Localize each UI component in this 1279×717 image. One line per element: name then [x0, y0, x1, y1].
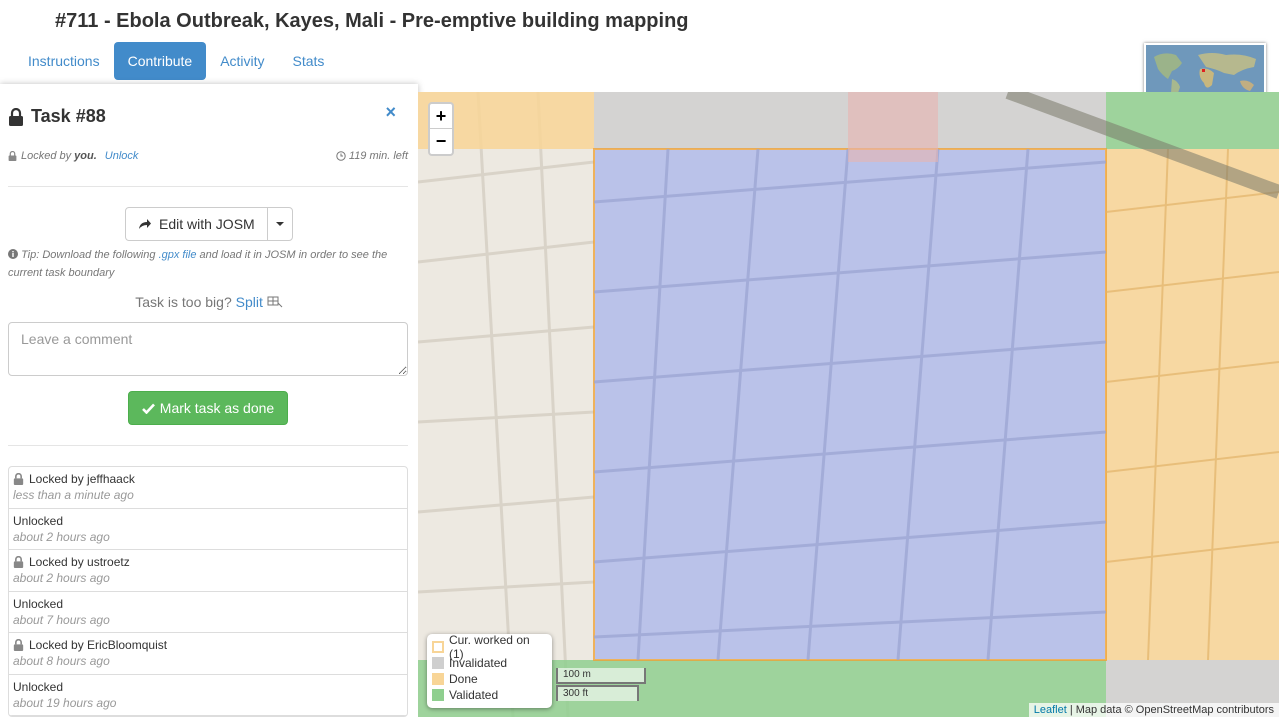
gpx-file-link[interactable]: .gpx file [159, 249, 197, 261]
task-header: Task #88 [8, 106, 106, 127]
history-text: Unlocked [13, 513, 64, 528]
divider [8, 445, 408, 446]
checkmark-icon [141, 403, 155, 414]
history-text: Locked by jeffhaack [29, 472, 135, 486]
legend-swatch [432, 657, 444, 669]
history-text: Locked by ustroetz [29, 555, 130, 569]
tip-prefix: Tip: Download the following [21, 249, 156, 261]
lock-status: Locked by you. Unlock 119 min. left [8, 150, 408, 162]
josm-tip: Tip: Download the following .gpx file an… [8, 246, 410, 282]
zoom-control: + − [428, 102, 454, 156]
legend-swatch [432, 689, 444, 701]
locked-by-label: Locked by [21, 150, 72, 162]
lock-icon [13, 473, 24, 485]
close-task-button[interactable]: × [385, 102, 396, 123]
lock-icon [8, 151, 17, 161]
map-attribution: Leaflet | Map data © OpenStreetMap contr… [1028, 703, 1279, 717]
history-item: Unlocked about 2 hours ago [9, 509, 407, 550]
time-remaining: 119 min. left [336, 150, 408, 162]
history-time: about 2 hours ago [13, 529, 110, 544]
split-row: Task is too big? Split [0, 294, 418, 310]
leaflet-link[interactable]: Leaflet [1034, 704, 1067, 716]
josm-button-group: Edit with JOSM [125, 207, 293, 241]
edit-with-josm-button[interactable]: Edit with JOSM [126, 208, 268, 240]
history-time: about 7 hours ago [13, 612, 110, 627]
history-text: Unlocked [13, 596, 64, 611]
task-map[interactable]: + − Cur. worked on (1) Invalidated Done … [418, 92, 1279, 717]
history-item: Locked by EricBloomquist about 8 hours a… [9, 633, 407, 675]
history-time: about 2 hours ago [13, 571, 110, 585]
tab-bar: Instructions Contribute Activity Stats [14, 42, 338, 80]
legend-item: Done [432, 671, 547, 687]
scale-imperial: 300 ft [556, 685, 639, 701]
task-sidebar: Task #88 × Locked by you. Unlock 119 min… [0, 84, 418, 717]
zoom-out-button[interactable]: − [430, 129, 452, 154]
split-prompt: Task is too big? [135, 294, 232, 310]
tab-stats[interactable]: Stats [279, 42, 339, 80]
legend-swatch [432, 673, 444, 685]
history-time: about 8 hours ago [13, 654, 110, 668]
history-item: Unlocked about 7 hours ago [9, 592, 407, 633]
tab-instructions[interactable]: Instructions [14, 42, 114, 80]
map-legend: Cur. worked on (1) Invalidated Done Vali… [427, 633, 552, 708]
history-text: Unlocked [13, 679, 64, 694]
split-grid-icon[interactable] [267, 296, 283, 308]
lock-icon [9, 107, 23, 126]
history-time: less than a minute ago [13, 488, 134, 502]
legend-swatch [432, 641, 444, 653]
history-time: about 19 hours ago [13, 695, 117, 710]
history-item: Unlocked about 19 hours ago [9, 675, 407, 716]
legend-label: Validated [449, 688, 499, 702]
scale-metric: 100 m [556, 668, 646, 684]
legend-label: Invalidated [449, 656, 508, 670]
page-title: #711 - Ebola Outbreak, Kayes, Mali - Pre… [55, 10, 689, 32]
scale-bar: 100 m 300 ft [556, 668, 646, 701]
history-item: Locked by jeffhaack less than a minute a… [9, 467, 407, 509]
time-left-text: 119 min. left [348, 150, 408, 162]
info-icon [8, 249, 18, 259]
chevron-down-icon [275, 222, 284, 226]
tab-contribute[interactable]: Contribute [113, 42, 207, 80]
lock-icon [13, 639, 24, 651]
legend-item: Cur. worked on (1) [432, 633, 547, 661]
mark-task-done-label: Mark task as done [159, 400, 275, 416]
task-title: Task #88 [31, 106, 106, 126]
legend-label: Done [449, 672, 478, 686]
locked-by-user: you. [74, 150, 97, 162]
legend-item: Validated [432, 687, 547, 703]
share-arrow-icon [139, 219, 151, 229]
clock-icon [336, 151, 346, 161]
split-link[interactable]: Split [236, 294, 263, 310]
editor-dropdown-toggle[interactable] [268, 208, 292, 240]
attribution-text: | Map data © OpenStreetMap contributors [1069, 704, 1274, 716]
mark-task-done-button[interactable]: Mark task as done [128, 391, 288, 425]
map-tiles [418, 92, 1279, 717]
history-item: Locked by ustroetz about 2 hours ago [9, 550, 407, 592]
edit-with-josm-label: Edit with JOSM [159, 216, 255, 232]
lock-icon [13, 556, 24, 568]
task-history-list: Locked by jeffhaack less than a minute a… [8, 466, 408, 717]
tab-activity[interactable]: Activity [206, 42, 278, 80]
zoom-in-button[interactable]: + [430, 104, 452, 129]
divider [8, 186, 408, 187]
comment-input[interactable] [8, 322, 408, 376]
unlock-link[interactable]: Unlock [105, 150, 139, 162]
history-text: Locked by EricBloomquist [29, 638, 168, 652]
